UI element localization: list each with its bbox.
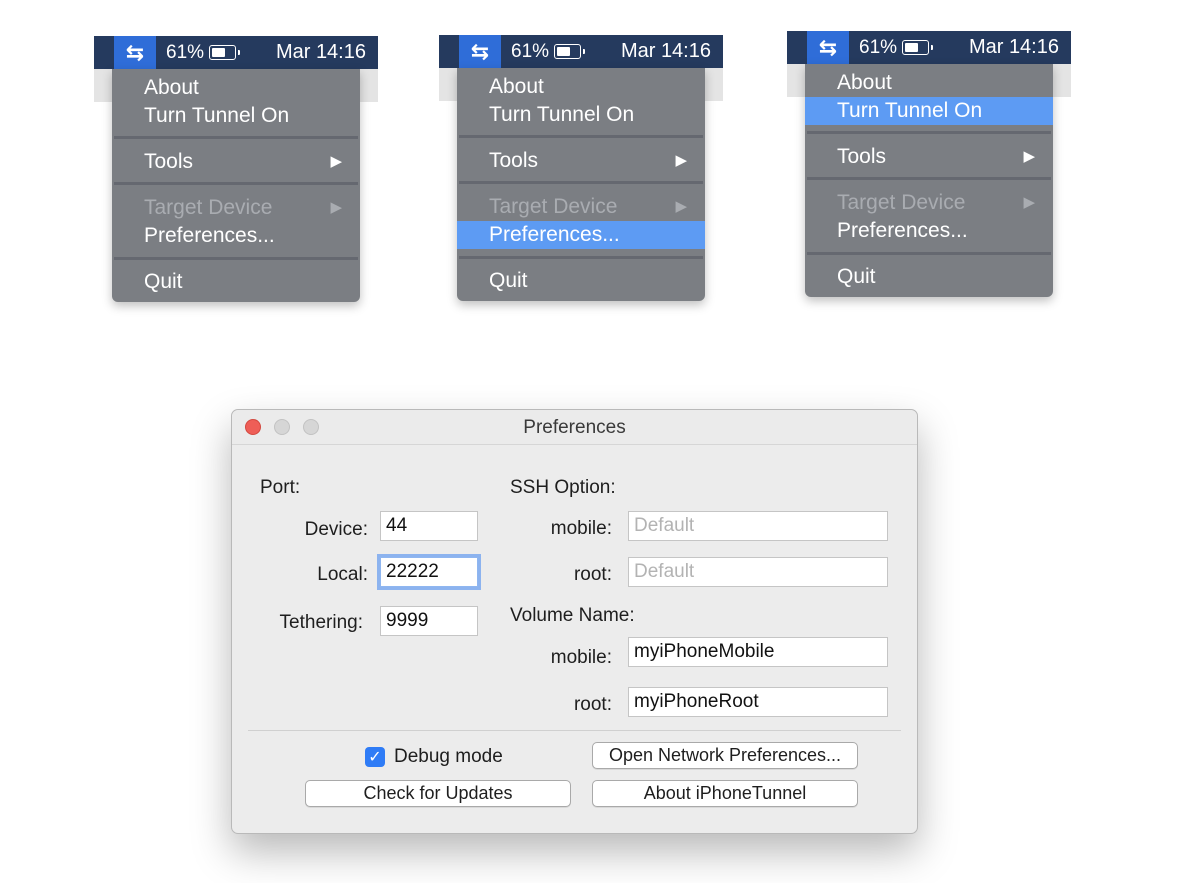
menu-item-label: Tools <box>489 149 539 172</box>
volume-root-input[interactable] <box>628 687 888 717</box>
volume-mobile-input[interactable] <box>628 637 888 667</box>
volume-root-label: root: <box>573 694 612 715</box>
menubar-clock[interactable]: Mar 14:16 <box>969 36 1059 59</box>
check-for-updates-button[interactable]: Check for Updates <box>305 780 571 807</box>
menu-panel-2: ⇆ 61% Mar 14:16 About Turn Tunnel On Too… <box>439 35 723 315</box>
volume-mobile-label: mobile: <box>550 647 612 668</box>
menu-separator <box>807 177 1051 180</box>
submenu-arrow-icon: ▶ <box>675 198 687 215</box>
tethering-port-input[interactable] <box>380 606 478 636</box>
tunnel-arrows-icon[interactable]: ⇆ <box>807 31 849 64</box>
battery-percent: 61% <box>166 42 205 63</box>
ssh-mobile-input[interactable] <box>628 511 888 541</box>
menu-item-label: Target Device <box>489 195 618 218</box>
menu-item-turn-tunnel-on[interactable]: Turn Tunnel On <box>805 97 1053 125</box>
menu-item-turn-tunnel-on[interactable]: Turn Tunnel On <box>112 102 360 130</box>
menubar: ⇆ 61% Mar 14:16 <box>439 35 723 68</box>
local-port-input[interactable] <box>380 557 478 587</box>
tunnel-menu: About Turn Tunnel On Tools ▶ Target Devic… <box>457 68 705 301</box>
menubar-clock[interactable]: Mar 14:16 <box>621 40 711 63</box>
section-divider <box>248 730 901 731</box>
submenu-arrow-icon: ▶ <box>1023 148 1035 165</box>
menu-item-tools[interactable]: Tools ▶ <box>805 143 1053 171</box>
tunnel-arrows-icon[interactable]: ⇆ <box>114 36 156 69</box>
menu-item-tools[interactable]: Tools ▶ <box>457 147 705 175</box>
menu-separator <box>114 182 358 185</box>
submenu-arrow-icon: ▶ <box>330 153 342 170</box>
debug-mode-label[interactable]: Debug mode <box>394 746 503 768</box>
battery-icon[interactable] <box>554 44 585 59</box>
menu-separator <box>459 181 703 184</box>
menu-item-preferences[interactable]: Preferences... <box>457 221 705 249</box>
menu-item-label: Target Device <box>144 196 273 219</box>
tunnel-menu: About Turn Tunnel On Tools ▶ Target Devic… <box>805 64 1053 297</box>
menu-item-preferences[interactable]: Preferences... <box>112 222 360 250</box>
menu-item-about[interactable]: About <box>112 74 360 102</box>
ssh-root-label: root: <box>573 564 612 585</box>
menu-item-target-device: Target Device ▶ <box>112 194 360 222</box>
window-titlebar[interactable]: Preferences <box>232 410 917 445</box>
menu-item-target-device: Target Device ▶ <box>457 193 705 221</box>
ssh-root-input[interactable] <box>628 557 888 587</box>
menu-separator <box>459 256 703 259</box>
menubar: ⇆ 61% Mar 14:16 <box>94 36 378 69</box>
menu-item-label: Target Device <box>837 191 966 214</box>
device-port-input[interactable] <box>380 511 478 541</box>
ssh-mobile-label: mobile: <box>550 518 612 539</box>
ssh-option-heading: SSH Option: <box>510 477 616 498</box>
menu-separator <box>114 257 358 260</box>
checkmark-icon: ✓ <box>368 749 382 766</box>
menu-item-quit[interactable]: Quit <box>805 263 1053 291</box>
menu-panel-1: ⇆ 61% Mar 14:16 About Turn Tunnel On Too… <box>94 36 378 316</box>
debug-mode-checkbox[interactable]: ✓ <box>365 747 385 767</box>
menu-item-tools[interactable]: Tools ▶ <box>112 148 360 176</box>
battery-icon[interactable] <box>209 45 240 60</box>
submenu-arrow-icon: ▶ <box>330 199 342 216</box>
tunnel-menu: About Turn Tunnel On Tools ▶ Target Devic… <box>112 69 360 302</box>
menu-item-about[interactable]: About <box>457 73 705 101</box>
menu-item-about[interactable]: About <box>805 69 1053 97</box>
menu-item-quit[interactable]: Quit <box>457 267 705 295</box>
menu-panel-3: ⇆ 61% Mar 14:16 About Turn Tunnel On Too… <box>787 31 1071 311</box>
battery-percent: 61% <box>859 37 898 58</box>
menu-item-preferences[interactable]: Preferences... <box>805 217 1053 245</box>
menu-separator <box>459 135 703 138</box>
about-iphonetunnel-button[interactable]: About iPhoneTunnel <box>592 780 858 807</box>
menubar: ⇆ 61% Mar 14:16 <box>787 31 1071 64</box>
open-network-preferences-button[interactable]: Open Network Preferences... <box>592 742 858 769</box>
menu-item-label: Tools <box>837 145 887 168</box>
menu-separator <box>807 252 1051 255</box>
device-port-label: Device: <box>304 519 368 540</box>
battery-percent: 61% <box>511 41 550 62</box>
menu-item-target-device: Target Device ▶ <box>805 189 1053 217</box>
menubar-clock[interactable]: Mar 14:16 <box>276 41 366 64</box>
menu-item-turn-tunnel-on[interactable]: Turn Tunnel On <box>457 101 705 129</box>
menu-item-quit[interactable]: Quit <box>112 268 360 296</box>
submenu-arrow-icon: ▶ <box>675 152 687 169</box>
menu-separator <box>807 131 1051 134</box>
submenu-arrow-icon: ▶ <box>1023 194 1035 211</box>
menu-separator <box>114 136 358 139</box>
port-heading: Port: <box>260 477 301 498</box>
preferences-window: Preferences Port: Device: Local: Tetheri… <box>231 409 918 834</box>
window-title: Preferences <box>523 417 626 438</box>
battery-icon[interactable] <box>902 40 933 55</box>
volume-name-heading: Volume Name: <box>510 605 635 626</box>
menu-item-label: Tools <box>144 150 194 173</box>
local-port-label: Local: <box>317 564 368 585</box>
tethering-port-label: Tethering: <box>279 612 363 633</box>
tunnel-arrows-icon[interactable]: ⇆ <box>459 35 501 68</box>
